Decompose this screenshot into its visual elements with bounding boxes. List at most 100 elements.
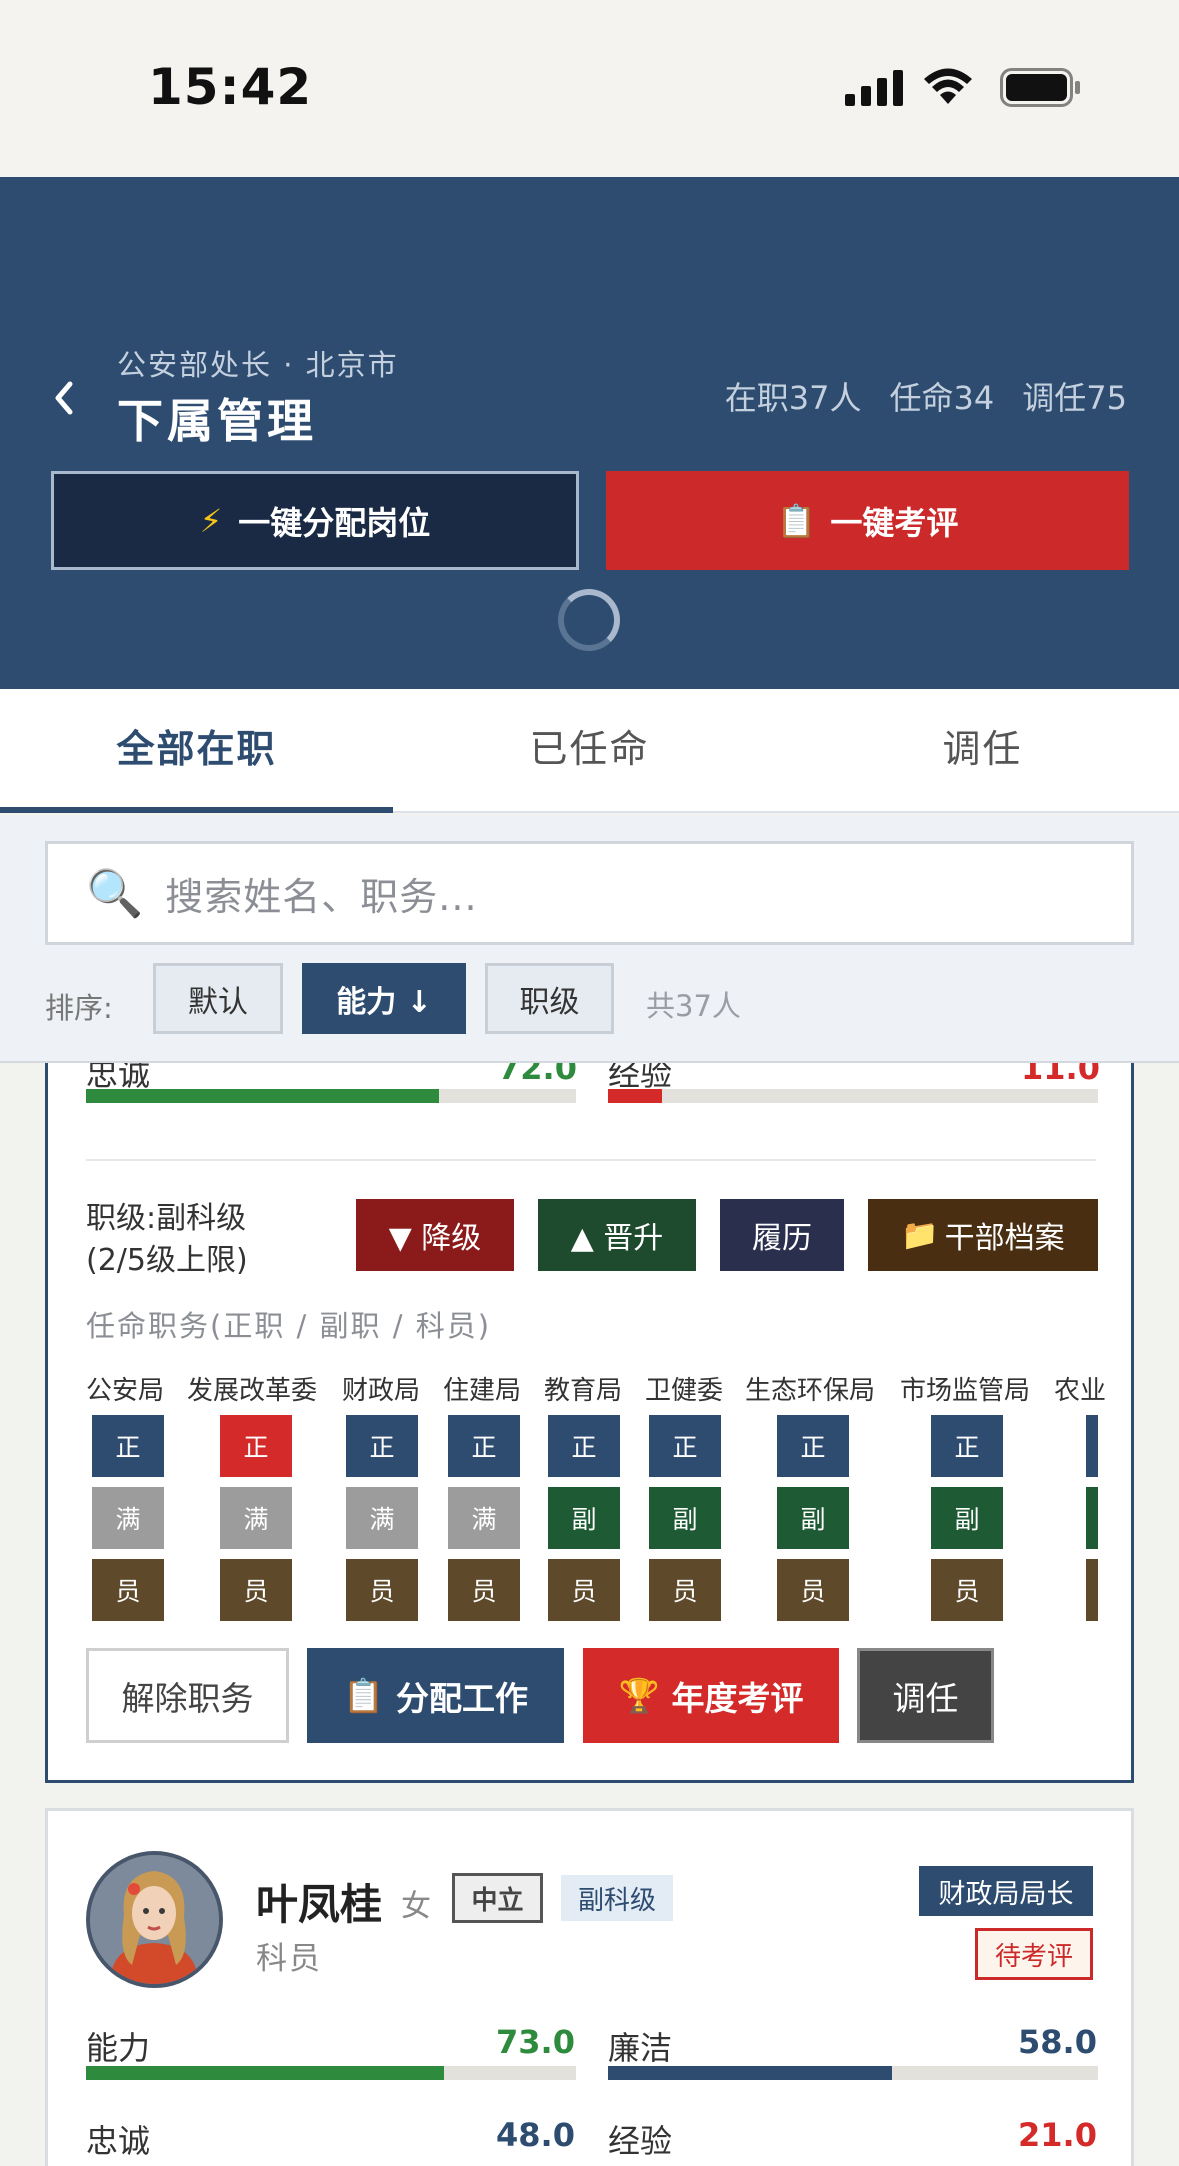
post-cell-chief[interactable]: 正 xyxy=(92,1415,164,1477)
post-cell-staff[interactable]: 员 xyxy=(92,1559,164,1621)
post-cell-deputy[interactable]: 副 xyxy=(931,1487,1003,1549)
annual-review-button[interactable]: 🏆 年度考评 xyxy=(583,1648,839,1743)
post-cell-staff[interactable]: 员 xyxy=(649,1559,721,1621)
filter-panel: 🔍 搜索姓名、职务... 排序: 默认 能力 ↓ 职级 共37人 xyxy=(0,815,1179,1063)
post-cell-staff[interactable]: 员 xyxy=(931,1559,1003,1621)
sort-rank-button[interactable]: 职级 xyxy=(485,963,614,1034)
post-cell-staff[interactable]: 员 xyxy=(777,1559,849,1621)
post-cell-chief[interactable]: 正 xyxy=(346,1415,418,1477)
post-cell-full: 满 xyxy=(448,1487,520,1549)
sort-default-button[interactable]: 默认 xyxy=(153,963,283,1034)
post-cell-staff[interactable]: 员 xyxy=(448,1559,520,1621)
post-cell-staff[interactable]: 员 xyxy=(220,1559,292,1621)
search-icon: 🔍 xyxy=(86,865,144,920)
transfer-button[interactable]: 调任 xyxy=(857,1648,994,1743)
tab-bar: 全部在职 已任命 调任 xyxy=(0,689,1179,813)
divider xyxy=(86,1159,1096,1161)
job-badge: 财政局局长 xyxy=(919,1866,1093,1916)
integrity-bar xyxy=(608,2066,1098,2080)
annual-review-label: 年度考评 xyxy=(671,1678,804,1718)
auto-review-label: 一键考评 xyxy=(830,503,959,542)
post-cell-staff[interactable]: 员 xyxy=(346,1559,418,1621)
post-cell-deputy[interactable]: 副 xyxy=(649,1487,721,1549)
faction-badge: 中立 xyxy=(452,1873,543,1923)
post-cell-chief[interactable]: 正 xyxy=(220,1415,292,1477)
ability-bar xyxy=(86,2066,576,2080)
post-cell-full: 满 xyxy=(346,1487,418,1549)
subordinate-name: 叶凤桂 xyxy=(256,1880,383,1929)
status-badge: 待考评 xyxy=(975,1928,1093,1980)
stat-value: 58.0 xyxy=(1018,2023,1097,2061)
page-title: 下属管理 xyxy=(117,394,317,448)
tab-all-active[interactable]: 全部在职 xyxy=(0,689,393,813)
stat-value: 73.0 xyxy=(496,2023,575,2061)
assign-work-button[interactable]: 📋 分配工作 xyxy=(307,1648,564,1743)
post-cell-chief[interactable]: 正 xyxy=(777,1415,849,1477)
stat-transferred: 调任75 xyxy=(1022,379,1127,417)
search-input[interactable]: 🔍 搜索姓名、职务... xyxy=(45,841,1134,945)
experience-bar xyxy=(608,1089,1098,1103)
post-cell-staff[interactable]: 员 xyxy=(548,1559,620,1621)
header-stats: 在职37人 任命34 调任75 xyxy=(725,373,1127,419)
post-cell-deputy[interactable]: 副 xyxy=(548,1487,620,1549)
result-count: 共37人 xyxy=(646,989,741,1023)
rank-badge: 副科级 xyxy=(561,1875,673,1921)
remove-post-button[interactable]: 解除职务 xyxy=(86,1648,289,1743)
folder-icon: 📁 xyxy=(901,1217,939,1253)
dept-header: 财政局 xyxy=(342,1376,421,1406)
tab-appointed[interactable]: 已任命 xyxy=(393,689,786,811)
post-cell-staff[interactable] xyxy=(1086,1559,1098,1621)
tab-transfer[interactable]: 调任 xyxy=(786,689,1179,811)
stat-label: 忠诚 xyxy=(86,2122,151,2160)
rank-limit: (2/5级上限) xyxy=(86,1243,248,1278)
post-cell-chief[interactable]: 正 xyxy=(649,1415,721,1477)
portrait-image xyxy=(90,1855,219,1984)
assign-work-label: 分配工作 xyxy=(396,1678,529,1718)
post-cell-chief[interactable]: 正 xyxy=(931,1415,1003,1477)
subordinate-card: 忠诚 72.0 经验 11.0 职级:副科级 (2/5级上限) ▼ 降级 ▲ 晋… xyxy=(45,1063,1134,1783)
demote-button[interactable]: ▼ 降级 xyxy=(356,1199,514,1271)
dept-header: 卫健委 xyxy=(645,1376,724,1406)
trophy-icon: 🏆 xyxy=(618,1675,660,1715)
status-time: 15:42 xyxy=(148,58,313,116)
search-placeholder: 搜索姓名、职务... xyxy=(165,874,478,919)
auto-assign-label: 一键分配岗位 xyxy=(238,503,431,542)
post-cell-deputy[interactable] xyxy=(1086,1487,1098,1549)
post-cell-chief[interactable]: 正 xyxy=(548,1415,620,1477)
subordinate-card[interactable]: 叶凤桂 女 中立 副科级 科员 财政局局长 待考评 能力 73.0 廉洁 58.… xyxy=(45,1808,1134,2166)
dept-header: 发展改革委 xyxy=(187,1376,318,1406)
post-cell-deputy[interactable]: 副 xyxy=(777,1487,849,1549)
header-subtitle: 公安部处长 · 北京市 xyxy=(117,348,399,382)
dept-header: 农业 xyxy=(1054,1376,1107,1406)
status-bar: 15:42 xyxy=(0,0,1179,177)
rank-info: 职级:副科级 (2/5级上限) xyxy=(86,1198,248,1282)
sort-ability-button[interactable]: 能力 ↓ xyxy=(302,963,466,1034)
post-cell-chief[interactable]: 正 xyxy=(448,1415,520,1477)
auto-review-button[interactable]: 📋 一键考评 xyxy=(606,471,1129,570)
gender-label: 女 xyxy=(401,1889,431,1924)
stat-value: 11.0 xyxy=(1021,1063,1100,1087)
back-button[interactable] xyxy=(50,372,90,432)
lightning-icon: ⚡ xyxy=(199,501,223,540)
dept-header: 生态环保局 xyxy=(745,1376,876,1406)
cadre-file-label: 干部档案 xyxy=(944,1221,1065,1256)
stat-value: 72.0 xyxy=(498,1063,577,1087)
cadre-file-button[interactable]: 📁 干部档案 xyxy=(868,1199,1098,1271)
clipboard-icon: 📋 xyxy=(342,1675,385,1715)
promote-button[interactable]: ▲ 晋升 xyxy=(538,1199,696,1271)
auto-assign-button[interactable]: ⚡ 一键分配岗位 xyxy=(51,471,579,570)
history-button[interactable]: 履历 xyxy=(720,1199,844,1271)
battery-icon xyxy=(1000,68,1080,107)
stat-active: 在职37人 xyxy=(724,379,862,417)
post-cell-chief[interactable] xyxy=(1086,1415,1098,1477)
avatar xyxy=(86,1851,223,1988)
page-header: 公安部处长 · 北京市 下属管理 在职37人 任命34 调任75 ⚡ 一键分配岗… xyxy=(0,177,1179,689)
stat-label: 能力 xyxy=(86,2029,151,2067)
dept-header: 教育局 xyxy=(544,1376,623,1406)
stat-value: 48.0 xyxy=(496,2116,575,2154)
stat-appointed: 任命34 xyxy=(889,379,995,417)
loyalty-bar xyxy=(86,1089,576,1103)
stat-value: 21.0 xyxy=(1018,2116,1097,2154)
post-section-title: 任命职务(正职 / 副职 / 科员) xyxy=(86,1309,492,1343)
dept-header: 住建局 xyxy=(443,1376,522,1406)
